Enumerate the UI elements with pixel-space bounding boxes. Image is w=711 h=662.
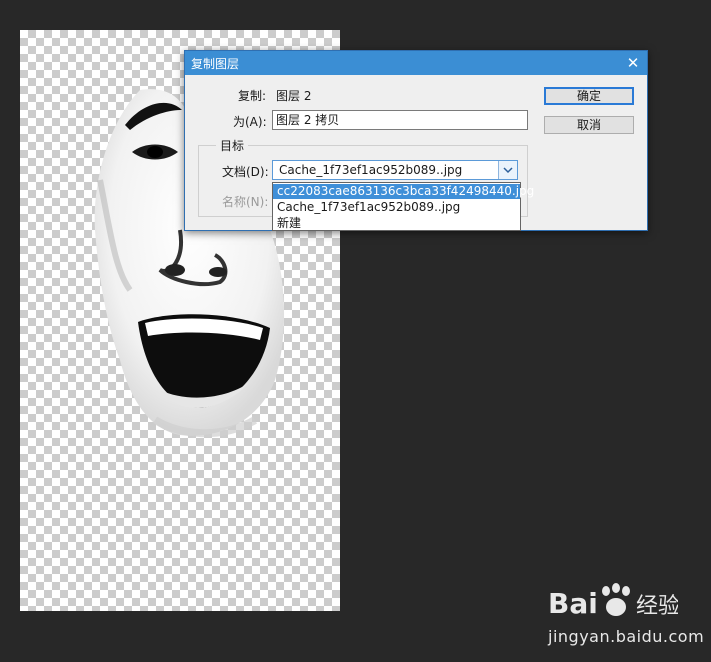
copy-value: 图层 2 — [276, 89, 312, 103]
svg-text:经验: 经验 — [636, 594, 678, 619]
svg-text:Bai: Bai — [548, 587, 598, 620]
chevron-down-icon[interactable] — [498, 161, 517, 179]
as-label: 为(A): — [233, 115, 267, 129]
copy-label: 复制: — [238, 89, 267, 103]
layer-name-input[interactable]: 图层 2 拷贝 — [272, 110, 528, 130]
dropdown-option[interactable]: cc22083cae863136c3bca33f42498440.jpg — [273, 184, 534, 199]
document-label: 文档(D): — [222, 165, 269, 179]
ok-button[interactable]: 确定 — [544, 87, 634, 105]
document-select[interactable]: Cache_1f73ef1ac952b089..jpg — [272, 160, 518, 180]
dialog-title: 复制图层 — [191, 57, 240, 71]
dropdown-option[interactable]: 新建 — [273, 216, 520, 231]
dialog-titlebar[interactable]: 复制图层 ✕ — [185, 51, 647, 75]
document-select-value: Cache_1f73ef1ac952b089..jpg — [279, 163, 463, 177]
close-icon[interactable]: ✕ — [625, 55, 641, 71]
cancel-button[interactable]: 取消 — [544, 116, 634, 134]
watermark-url: jingyan.baidu.com — [548, 627, 705, 646]
dropdown-option[interactable]: Cache_1f73ef1ac952b089..jpg — [273, 200, 520, 215]
name-label: 名称(N): — [222, 195, 269, 209]
baidu-paw-icon: Bai 经验 — [548, 583, 678, 620]
destination-group-label: 目标 — [216, 137, 249, 154]
document-dropdown-list: cc22083cae863136c3bca33f42498440.jpg Cac… — [272, 182, 534, 231]
